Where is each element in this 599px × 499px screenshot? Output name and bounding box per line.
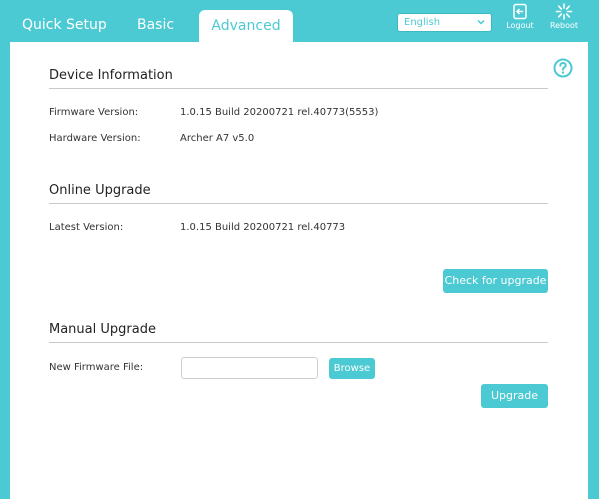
main-panel: Device Information Firmware Version: 1.0… (10, 42, 588, 499)
logout-label: Logout (506, 21, 534, 30)
firmware-version-value: 1.0.15 Build 20200721 rel.40773(5553) (180, 107, 379, 118)
logout-button[interactable]: Logout (500, 3, 540, 30)
firmware-file-field[interactable] (181, 357, 318, 379)
reboot-label: Reboot (549, 21, 579, 30)
tab-advanced[interactable]: Advanced (199, 10, 293, 42)
divider (49, 342, 548, 343)
hardware-version-value: Archer A7 v5.0 (180, 133, 255, 144)
help-icon[interactable] (553, 58, 573, 78)
tab-basic[interactable]: Basic (137, 17, 174, 33)
device-info-title: Device Information (49, 68, 173, 83)
divider (49, 88, 548, 89)
logout-icon (513, 3, 527, 20)
check-for-upgrade-button[interactable]: Check for upgrade (443, 269, 548, 293)
reboot-button[interactable]: Reboot (544, 3, 584, 30)
upgrade-button[interactable]: Upgrade (481, 384, 548, 408)
hardware-version-label: Hardware Version: (49, 133, 141, 144)
language-value: English (404, 17, 441, 28)
reboot-icon (555, 3, 573, 20)
language-select[interactable]: English (397, 13, 492, 32)
top-nav: Quick Setup Basic Advanced English Logou… (0, 0, 599, 42)
divider (49, 203, 548, 204)
new-firmware-file-label: New Firmware File: (49, 362, 144, 373)
firmware-version-label: Firmware Version: (49, 107, 139, 118)
chevron-down-icon (477, 19, 485, 25)
manual-upgrade-title: Manual Upgrade (49, 322, 156, 337)
online-upgrade-title: Online Upgrade (49, 183, 151, 198)
tab-quick-setup[interactable]: Quick Setup (22, 17, 107, 33)
latest-version-value: 1.0.15 Build 20200721 rel.40773 (180, 222, 346, 233)
browse-button[interactable]: Browse (329, 358, 375, 379)
latest-version-label: Latest Version: (49, 222, 124, 233)
